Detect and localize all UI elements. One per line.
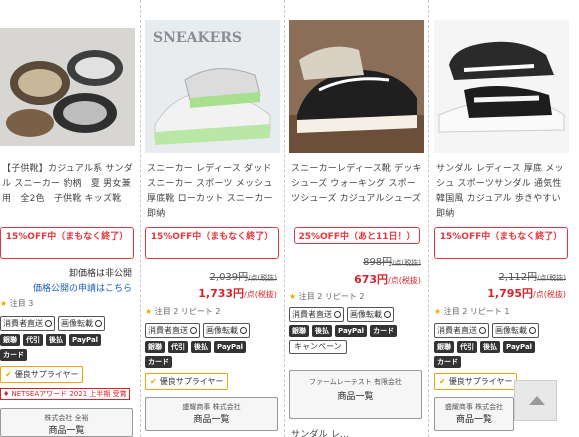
good-supplier-badge: ✔ 優良サプライヤー xyxy=(434,373,518,390)
product-grid: 【子供靴】カジュアル系 サンダル スニーカー 豹柄 夏 男女兼用 全2色 子供靴… xyxy=(0,0,579,437)
shop-button[interactable]: 盛耀商事 株式会社 商品一覧 xyxy=(145,397,278,431)
tag-direct-shipping: 消費者直送 xyxy=(0,316,55,331)
product-card[interactable]: サンダル レディース 厚底 メッシュ スポーツサンダル 通気性 韓国風 カジュア… xyxy=(434,0,572,437)
tag-card: カード xyxy=(0,349,27,361)
sale-price: 1,795円/点(税抜) xyxy=(487,287,566,300)
tag-list: 消費者直送 画像転載 銀聯 代引 後払 PayPal カード xyxy=(145,323,285,371)
stats-label: ★ 注目 2 リピート 2 xyxy=(145,307,221,316)
check-icon: ✔ xyxy=(5,370,12,379)
shop-list-link[interactable]: 商品一覧 xyxy=(435,415,513,426)
sale-badge: 15%OFF中（まもなく終了） xyxy=(145,227,279,259)
tag-deferred: 後払 xyxy=(191,341,211,353)
tag-cod: 代引 xyxy=(457,341,477,353)
good-supplier-badge: ✔ 優良サプライヤー xyxy=(145,373,229,390)
product-image[interactable] xyxy=(0,28,135,146)
tag-deferred: 後払 xyxy=(46,334,66,346)
stats-label: ★ 注目 2 リピート 1 xyxy=(434,307,510,316)
shop-button[interactable]: ファームレーテスト 有限会社 商品一覧 xyxy=(289,370,422,419)
product-image[interactable] xyxy=(289,20,424,153)
old-price: 2,112円/点(税抜) xyxy=(498,272,566,283)
tag-unionpay: 銀聯 xyxy=(145,341,165,353)
tag-paypal: PayPal xyxy=(335,325,368,337)
tag-card: カード xyxy=(434,356,461,368)
shop-name: ファームレーテスト 有限会社 xyxy=(308,378,402,386)
product-card[interactable]: SNEAKERS スニーカー レディース ダッドスニーカー スポーツ メッシュ … xyxy=(145,0,283,437)
tag-paypal: PayPal xyxy=(503,341,536,353)
tag-cod: 代引 xyxy=(23,334,43,346)
check-icon: ✔ xyxy=(150,377,157,386)
tag-list: 消費者直送 画像転載 銀聯 代引 後払 PayPal カード xyxy=(0,316,140,364)
old-price: 2,039円/点(税抜) xyxy=(209,272,277,283)
price-apply-link[interactable]: 価格公開の申請はこちら xyxy=(33,281,132,294)
sale-price: 673円/点(税抜) xyxy=(354,273,421,286)
tag-card: カード xyxy=(370,325,398,337)
stats-label: ★ 注目 3 xyxy=(0,299,34,308)
svg-text:SNEAKERS: SNEAKERS xyxy=(153,30,242,46)
shop-list-link[interactable]: 商品一覧 xyxy=(146,415,277,426)
tag-card: カード xyxy=(145,356,172,368)
product-title[interactable]: 【子供靴】カジュアル系 サンダル スニーカー 豹柄 夏 男女兼用 全2色 子供靴… xyxy=(2,162,134,207)
sale-badge: 15%OFF中（まもなく終了） xyxy=(434,227,568,259)
trophy-icon: ★ xyxy=(145,307,153,316)
tag-deferred: 後払 xyxy=(312,325,332,337)
divider xyxy=(140,0,141,437)
trophy-icon: ★ xyxy=(289,292,297,301)
sale-badge: 25%OFF中（あと11日！） xyxy=(294,227,420,244)
tag-unionpay: 銀聯 xyxy=(434,341,454,353)
tag-paypal: PayPal xyxy=(214,341,247,353)
trophy-icon: ★ xyxy=(434,307,442,316)
tag-image-reuse: 画像転載 xyxy=(347,307,394,322)
shop-name: 株式会社 全裕 xyxy=(44,414,89,422)
tag-campaign: キャンペーン xyxy=(289,340,347,354)
good-supplier-badge: ✔ 優良サプライヤー xyxy=(0,366,84,383)
product-image[interactable] xyxy=(434,20,569,153)
divider xyxy=(428,0,429,437)
stats-label: ★ 注目 2 リピート 2 xyxy=(289,292,365,301)
check-icon: ✔ xyxy=(439,377,446,386)
tag-image-reuse: 画像転載 xyxy=(58,316,105,331)
tag-unionpay: 銀聯 xyxy=(289,325,309,337)
shop-list-link[interactable]: 商品一覧 xyxy=(1,426,132,437)
tag-unionpay: 銀聯 xyxy=(0,334,20,346)
product-title[interactable]: スニーカー レディース ダッドスニーカー スポーツ メッシュ 厚底靴 ローカット… xyxy=(147,162,279,222)
product-card[interactable]: スニーカーレディース靴 デッキシューズ ウォーキング スポーツシューズ カジュア… xyxy=(289,0,427,437)
award-badge: ♦ NETSEAアワード 2021 上半期 受賞 xyxy=(0,388,130,400)
shop-name: 盛耀商事 株式会社 xyxy=(182,403,241,411)
tag-direct-shipping: 消費者直送 xyxy=(434,323,489,338)
sale-price: 1,733円/点(税抜) xyxy=(198,287,277,300)
tag-direct-shipping: 消費者直送 xyxy=(145,323,200,338)
tag-direct-shipping: 消費者直送 xyxy=(289,307,344,322)
tag-deferred: 後払 xyxy=(480,341,500,353)
tag-cod: 代引 xyxy=(168,341,188,353)
old-price: 898円/点(税抜) xyxy=(363,257,421,268)
back-to-top-button[interactable] xyxy=(514,380,557,421)
shop-list-link[interactable]: 商品一覧 xyxy=(290,392,421,403)
shop-button[interactable]: 盛耀商事 株式会社 商品一覧 xyxy=(434,397,514,431)
tag-list: 消費者直送 画像転載 銀聯 後払 PayPal カード キャンペーン xyxy=(289,307,429,357)
tag-paypal: PayPal xyxy=(69,334,102,346)
price-hidden-text: 卸価格は非公開 xyxy=(68,269,132,279)
divider xyxy=(284,0,285,437)
shop-button[interactable]: 株式会社 全裕 商品一覧 xyxy=(0,408,133,437)
triangle-up-icon xyxy=(529,396,545,405)
product-title[interactable]: サンダル レディース 厚底 メッシュ スポーツサンダル 通気性 韓国風 カジュア… xyxy=(436,162,568,222)
tag-image-reuse: 画像転載 xyxy=(492,323,539,338)
next-product-title[interactable]: サンダル レ... xyxy=(291,428,423,437)
trophy-icon: ★ xyxy=(0,299,8,308)
tag-image-reuse: 画像転載 xyxy=(203,323,250,338)
product-card[interactable]: 【子供靴】カジュアル系 サンダル スニーカー 豹柄 夏 男女兼用 全2色 子供靴… xyxy=(0,0,138,437)
shop-name: 盛耀商事 株式会社 xyxy=(444,403,504,411)
product-image[interactable]: SNEAKERS xyxy=(145,20,280,153)
sale-badge: 15%OFF中（まもなく終了） xyxy=(0,227,134,259)
tag-list: 消費者直送 画像転載 銀聯 代引 後払 PayPal カード xyxy=(434,323,574,371)
product-title[interactable]: スニーカーレディース靴 デッキシューズ ウォーキング スポーツシューズ カジュア… xyxy=(291,162,423,207)
